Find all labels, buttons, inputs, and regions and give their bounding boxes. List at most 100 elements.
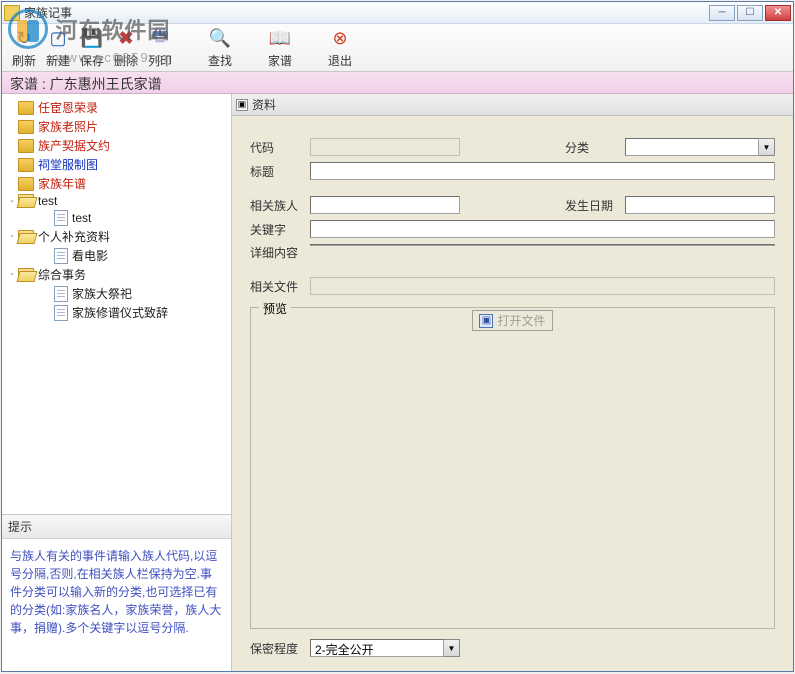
- preview-legend: 预览: [259, 300, 291, 317]
- section-title: 资料: [252, 96, 276, 113]
- tree-folder-item[interactable]: 家族老照片: [4, 117, 229, 136]
- tree-expander[interactable]: -: [6, 269, 18, 280]
- collapse-icon[interactable]: ▣: [236, 99, 248, 111]
- tree-item-label: 家族大祭祀: [72, 285, 132, 302]
- row-title: 标题: [250, 162, 775, 180]
- app-icon: [4, 5, 20, 21]
- new-icon: ▢: [46, 26, 70, 50]
- left-pane: 任宦恩荣录家族老照片族产契据文约祠堂服制图家族年谱-test test - 个人补充资…: [2, 94, 232, 671]
- row-detail: 详细内容: [250, 244, 775, 261]
- folder-open-icon: [18, 268, 34, 282]
- tree-panel[interactable]: 任宦恩荣录家族老照片族产契据文约祠堂服制图家族年谱-test test - 个人补充资…: [2, 94, 231, 514]
- genealogy-button[interactable]: 📖 家谱: [264, 26, 296, 69]
- hint-panel: 提示 与族人有关的事件请输入族人代码,以逗号分隔,否则,在相关族人栏保持为空.事…: [2, 514, 231, 671]
- tree-doc-item[interactable]: 家族大祭祀: [4, 284, 229, 303]
- tree-doc-item[interactable]: test: [4, 209, 229, 227]
- document-icon: [54, 305, 68, 321]
- tree-item-label: 家族年谱: [38, 175, 86, 192]
- detail-textarea[interactable]: [310, 244, 775, 246]
- tree-folder-item[interactable]: 任宦恩荣录: [4, 98, 229, 117]
- date-label: 发生日期: [565, 197, 625, 214]
- file-label: 相关文件: [250, 278, 310, 295]
- titlebar[interactable]: 家族记事 ─ ☐ ✕: [2, 2, 793, 24]
- refresh-button[interactable]: ↻ 刷新: [8, 26, 40, 69]
- open-file-label: 打开文件: [497, 312, 545, 329]
- document-icon: [54, 210, 68, 226]
- tree-folder-item[interactable]: 族产契据文约: [4, 136, 229, 155]
- section-header: ▣ 资料: [232, 94, 793, 116]
- row-secrecy: 保密程度 2-完全公开 ▼: [250, 639, 775, 657]
- tree-folder-item[interactable]: - 个人补充资料: [4, 227, 229, 246]
- tree-expander[interactable]: -: [6, 231, 18, 242]
- tree-item-label: 家族修谱仪式致辞: [72, 304, 168, 321]
- folder-closed-icon: [18, 101, 34, 115]
- keyword-input[interactable]: [310, 220, 775, 238]
- secrecy-label: 保密程度: [250, 640, 310, 657]
- chevron-down-icon[interactable]: ▼: [759, 138, 775, 156]
- maximize-button[interactable]: ☐: [737, 5, 763, 21]
- find-icon: 🔍: [208, 26, 232, 50]
- file-input[interactable]: [310, 277, 775, 295]
- app-window: 家族记事 ─ ☐ ✕ ↻ 刷新 ▢ 新建 💾 保存 ✖ 删除 🖶 列印 �: [1, 1, 794, 672]
- find-button[interactable]: 🔍 查找: [204, 26, 236, 69]
- save-button[interactable]: 💾 保存: [76, 26, 108, 69]
- tree-folder-item[interactable]: -test: [4, 193, 229, 209]
- secrecy-combo[interactable]: 2-完全公开 ▼: [310, 639, 460, 657]
- category-input[interactable]: [625, 138, 759, 156]
- code-input[interactable]: [310, 138, 460, 156]
- print-icon: 🖶: [148, 26, 172, 50]
- folder-open-icon: [18, 230, 34, 244]
- hint-body: 与族人有关的事件请输入族人代码,以逗号分隔,否则,在相关族人栏保持为空.事件分类…: [2, 539, 231, 671]
- folder-closed-icon: [18, 158, 34, 172]
- main-area: 任宦恩荣录家族老照片族产契据文约祠堂服制图家族年谱-test test - 个人补充资…: [2, 94, 793, 671]
- window-buttons: ─ ☐ ✕: [709, 5, 791, 21]
- row-related-date: 相关族人 发生日期: [250, 196, 775, 214]
- row-keyword: 关键字: [250, 220, 775, 238]
- save-icon: 💾: [80, 26, 104, 50]
- tree-folder-item[interactable]: 祠堂服制图: [4, 155, 229, 174]
- window-title: 家族记事: [24, 4, 709, 21]
- category-label: 分类: [565, 139, 625, 156]
- tree-item-label: 族产契据文约: [38, 137, 110, 154]
- tree-folder-item[interactable]: - 综合事务: [4, 265, 229, 284]
- tree-item-label: 祠堂服制图: [38, 156, 98, 173]
- save-label: 保存: [76, 52, 108, 69]
- tree-item-label: 看电影: [72, 247, 108, 264]
- code-label: 代码: [250, 139, 310, 156]
- tree-doc-item[interactable]: 家族修谱仪式致辞: [4, 303, 229, 322]
- tree-item-label: 个人补充资料: [38, 228, 110, 245]
- book-icon: 📖: [268, 26, 292, 50]
- new-button[interactable]: ▢ 新建: [42, 26, 74, 69]
- tree-folder-item[interactable]: 家族年谱: [4, 174, 229, 193]
- title-label: 标题: [250, 163, 310, 180]
- delete-button[interactable]: ✖ 删除: [110, 26, 142, 69]
- exit-label: 退出: [324, 52, 356, 69]
- print-button[interactable]: 🖶 列印: [144, 26, 176, 69]
- tree-item-label: test: [72, 211, 91, 225]
- tree-item-label: 任宦恩荣录: [38, 99, 98, 116]
- date-input[interactable]: [625, 196, 775, 214]
- form-area: 代码 分类 ▼ 标题 相关族人: [232, 116, 793, 671]
- open-file-button[interactable]: ▣ 打开文件: [472, 310, 552, 331]
- folder-open-icon: [18, 194, 34, 208]
- related-input[interactable]: [310, 196, 460, 214]
- title-input[interactable]: [310, 162, 775, 180]
- open-file-icon: ▣: [479, 314, 493, 328]
- toolbar: ↻ 刷新 ▢ 新建 💾 保存 ✖ 删除 🖶 列印 🔍 查找 📖 家谱: [2, 24, 793, 72]
- chevron-down-icon[interactable]: ▼: [444, 639, 460, 657]
- tree-doc-item[interactable]: 看电影: [4, 246, 229, 265]
- row-code-category: 代码 分类 ▼: [250, 138, 775, 156]
- category-combo[interactable]: ▼: [625, 138, 775, 156]
- exit-button[interactable]: ⊗ 退出: [324, 26, 356, 69]
- tree-item-label: 综合事务: [38, 266, 86, 283]
- row-file: 相关文件: [250, 277, 775, 295]
- minimize-button[interactable]: ─: [709, 5, 735, 21]
- keyword-label: 关键字: [250, 221, 310, 238]
- context-bar: 家谱 : 广东惠州王氏家谱: [2, 72, 793, 94]
- close-button[interactable]: ✕: [765, 5, 791, 21]
- document-icon: [54, 286, 68, 302]
- refresh-label: 刷新: [8, 52, 40, 69]
- tree-item-label: 家族老照片: [38, 118, 98, 135]
- delete-icon: ✖: [114, 26, 138, 50]
- secrecy-input[interactable]: 2-完全公开: [310, 639, 444, 657]
